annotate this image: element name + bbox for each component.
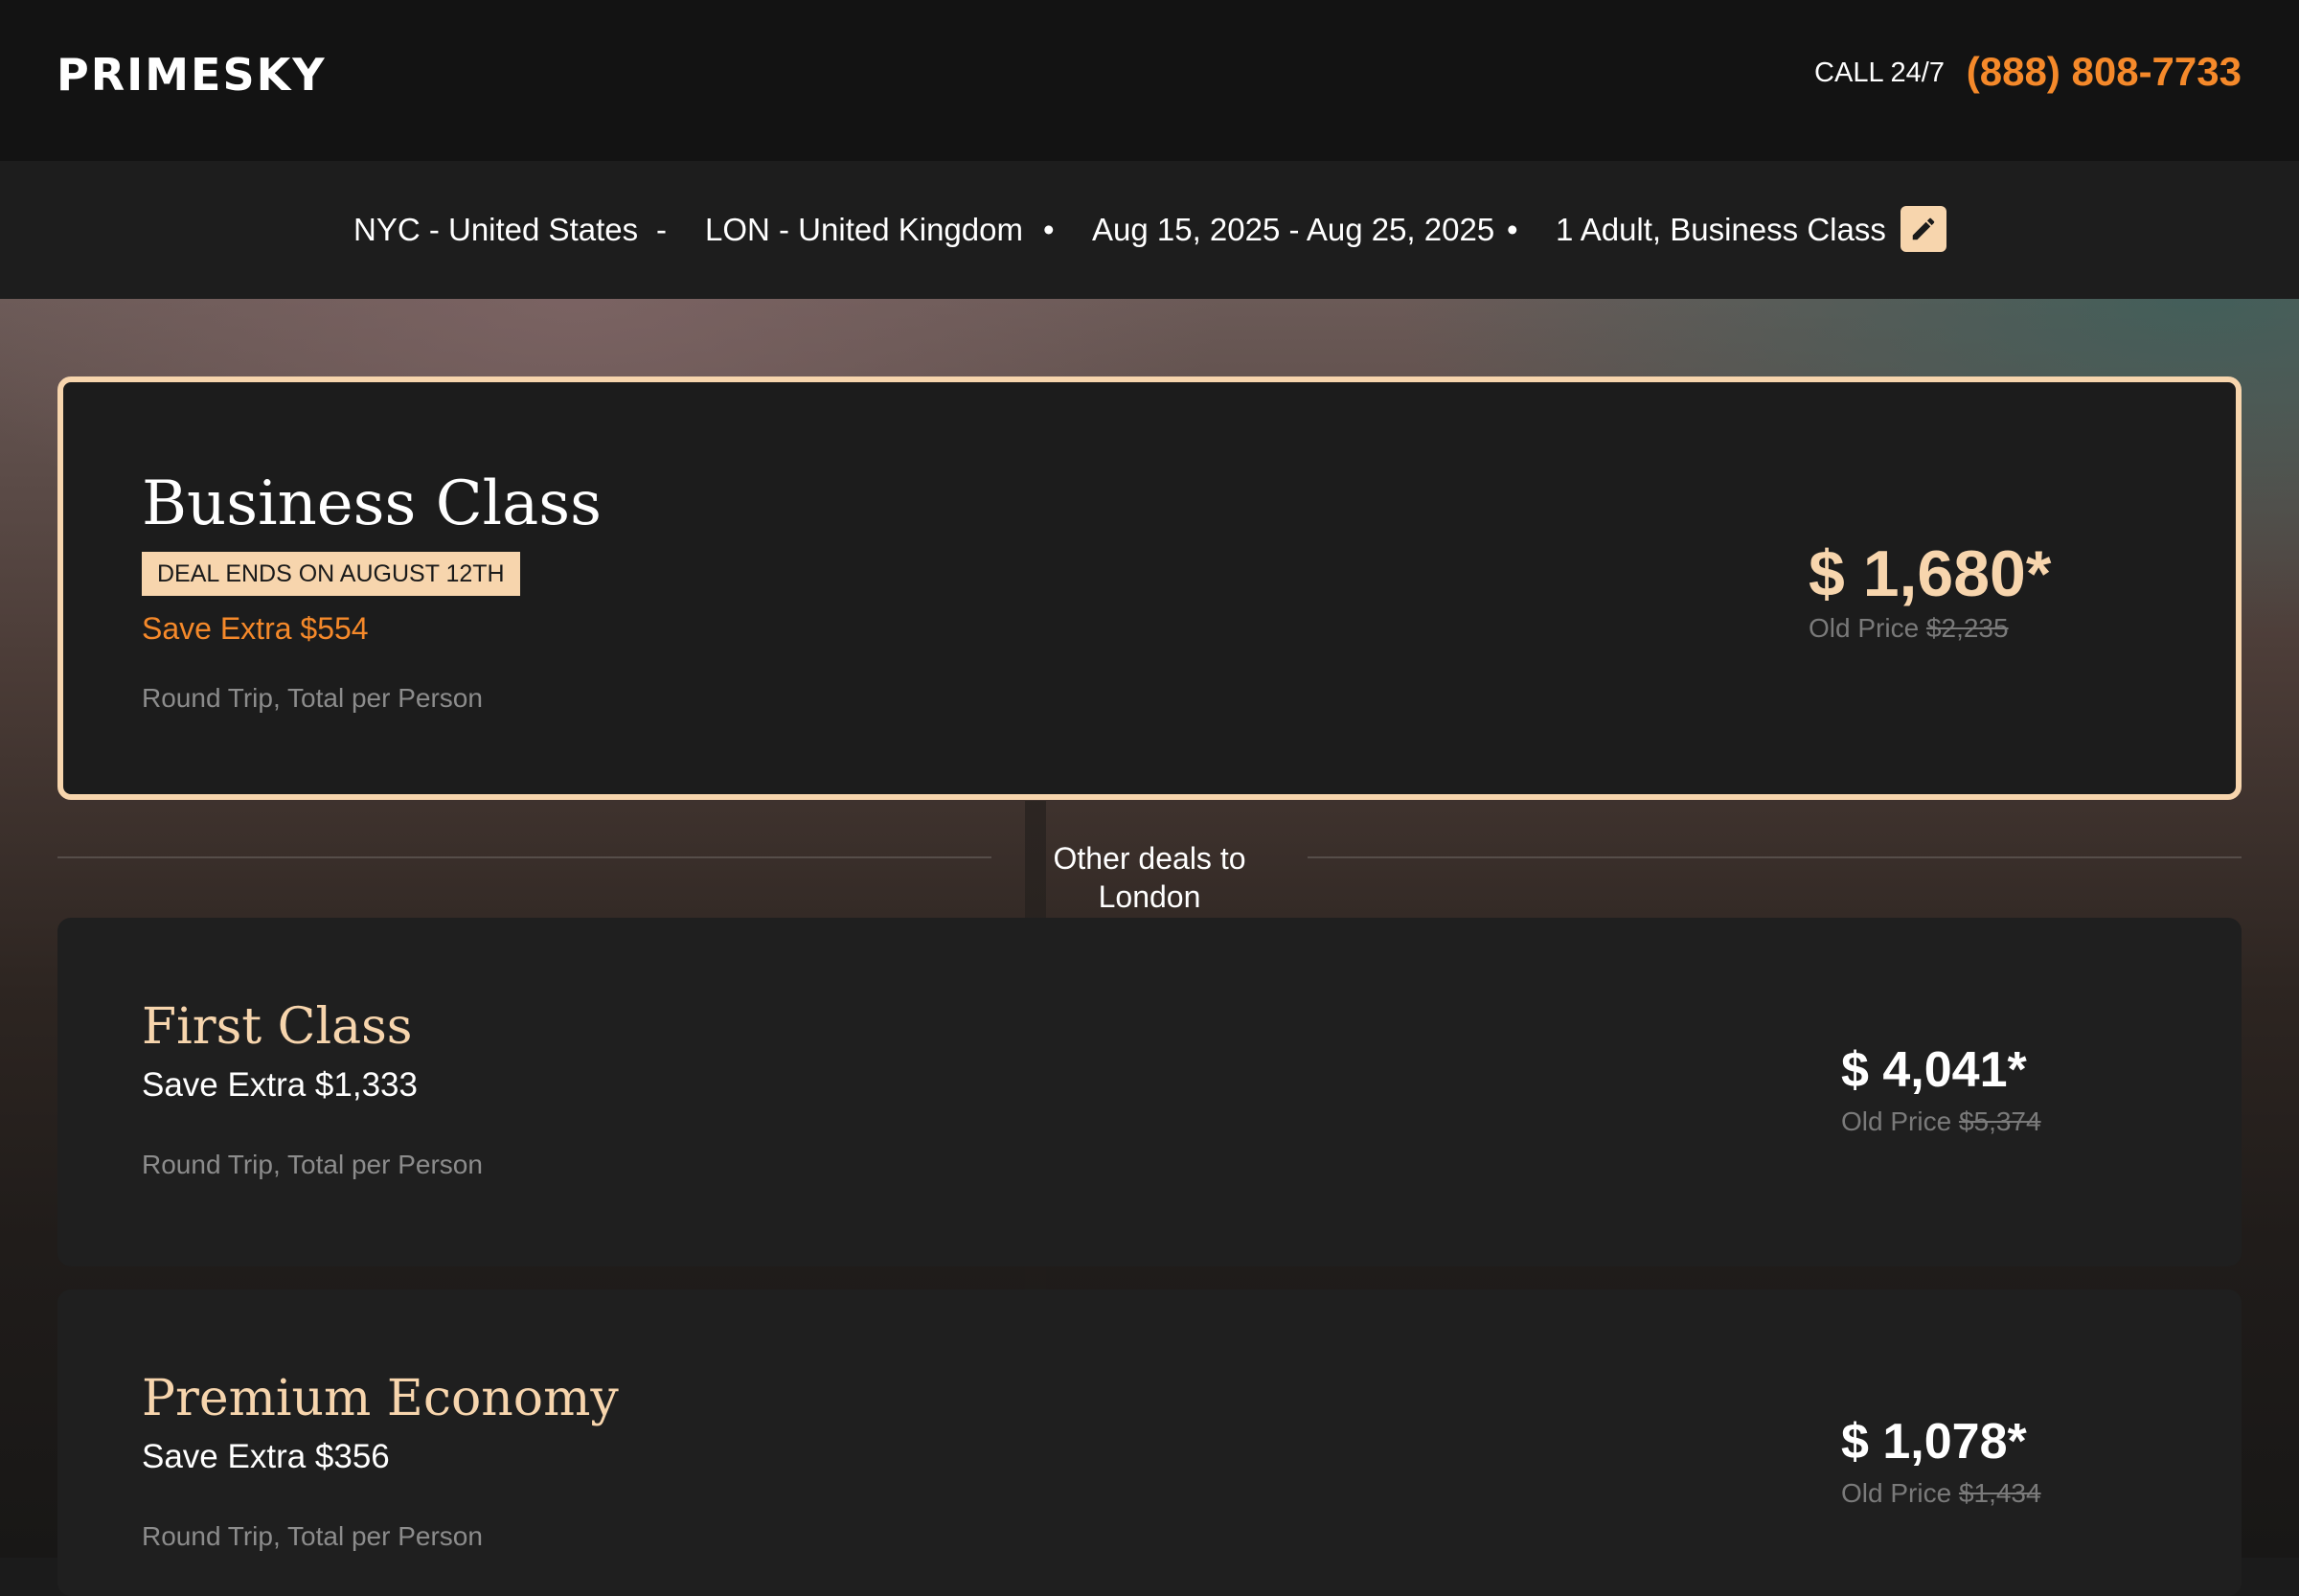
search-summary-bar: NYC - United States - LON - United Kingd…: [0, 161, 2299, 299]
save-extra-text: Save Extra $554: [142, 611, 369, 646]
pencil-icon: [1912, 217, 1935, 240]
old-price: Old Price $1,434: [1841, 1477, 2041, 1510]
dot-separator: •: [1043, 212, 1055, 247]
divider-line-right: [1308, 856, 2242, 858]
save-extra-text: Save Extra $1,333: [142, 1066, 418, 1104]
deal-title: Business Class: [142, 468, 602, 539]
passengers-label: 1 Adult, Business Class: [1556, 212, 1886, 247]
old-price: Old Price $5,374: [1841, 1106, 2041, 1138]
dates-label: Aug 15, 2025 - Aug 25, 2025: [1092, 212, 1495, 247]
old-price-label: Old Price: [1841, 1478, 1952, 1508]
origin-label: NYC - United States: [353, 212, 639, 247]
edit-search-button[interactable]: [1901, 206, 1946, 252]
site-header: PRIMESKY CALL 24/7 (888) 808-7733: [0, 0, 2299, 161]
old-price-value: $5,374: [1958, 1106, 2041, 1136]
old-price-value: $2,235: [1925, 613, 2009, 643]
deal-card-premium-economy[interactable]: Premium Economy Save Extra $356 Round Tr…: [57, 1289, 2242, 1596]
deal-title: First Class: [142, 998, 413, 1056]
trip-note: Round Trip, Total per Person: [142, 1521, 483, 1551]
old-price-label: Old Price: [1809, 613, 1920, 643]
save-extra-text: Save Extra $356: [142, 1438, 390, 1475]
deal-price: $ 1,078*: [1841, 1414, 2027, 1470]
deal-price: $ 1,680*: [1809, 537, 2052, 610]
other-deals-heading: Other deals to London: [1053, 841, 1246, 914]
old-price-label: Old Price: [1841, 1106, 1952, 1136]
deal-ends-badge: DEAL ENDS ON AUGUST 12TH: [142, 552, 520, 596]
destination-label: LON - United Kingdom: [705, 212, 1023, 247]
route-separator: -: [656, 212, 667, 247]
old-price-value: $1,434: [1958, 1478, 2041, 1508]
trip-note: Round Trip, Total per Person: [142, 683, 483, 713]
primesky-logo[interactable]: PRIMESKY: [57, 48, 327, 102]
dot-separator: •: [1507, 212, 1518, 247]
featured-deal-card[interactable]: Business Class DEAL ENDS ON AUGUST 12TH …: [57, 376, 2242, 800]
old-price: Old Price $2,235: [1809, 612, 2009, 645]
call-label: CALL 24/7: [1814, 57, 1945, 88]
phone-number-link[interactable]: (888) 808-7733: [1967, 48, 2242, 96]
deal-card-first-class[interactable]: First Class Save Extra $1,333 Round Trip…: [57, 918, 2242, 1266]
divider-line-left: [57, 856, 991, 858]
deal-price: $ 4,041*: [1841, 1042, 2027, 1098]
deal-title: Premium Economy: [142, 1370, 619, 1427]
trip-note: Round Trip, Total per Person: [142, 1150, 483, 1179]
